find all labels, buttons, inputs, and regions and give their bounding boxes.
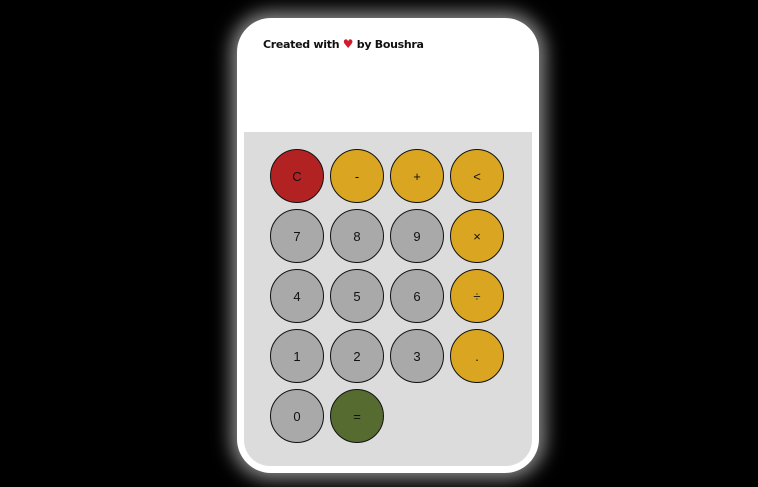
clear-button[interactable]: C <box>270 149 324 203</box>
divide-button[interactable]: ÷ <box>450 269 504 323</box>
digit-3-button[interactable]: 3 <box>390 329 444 383</box>
minus-button[interactable]: - <box>330 149 384 203</box>
equals-button[interactable]: = <box>330 389 384 443</box>
decimal-button[interactable]: . <box>450 329 504 383</box>
digit-0-button[interactable]: 0 <box>270 389 324 443</box>
credit-prefix: Created with <box>263 38 340 51</box>
heart-icon: ♥ <box>342 37 354 51</box>
digit-2-button[interactable]: 2 <box>330 329 384 383</box>
digit-7-button[interactable]: 7 <box>270 209 324 263</box>
plus-button[interactable]: + <box>390 149 444 203</box>
digit-5-button[interactable]: 5 <box>330 269 384 323</box>
calculator-frame: Created with ♥ by Boushra C - + < 7 8 9 … <box>237 18 539 473</box>
digit-6-button[interactable]: 6 <box>390 269 444 323</box>
calculator-display <box>244 58 532 130</box>
multiply-button[interactable]: × <box>450 209 504 263</box>
keys-grid: C - + < 7 8 9 × 4 5 6 ÷ 1 2 3 . 0 = <box>270 149 504 443</box>
credit-line: Created with ♥ by Boushra <box>263 37 424 51</box>
digit-9-button[interactable]: 9 <box>390 209 444 263</box>
digit-4-button[interactable]: 4 <box>270 269 324 323</box>
keypad: C - + < 7 8 9 × 4 5 6 ÷ 1 2 3 . 0 = <box>244 132 532 466</box>
digit-8-button[interactable]: 8 <box>330 209 384 263</box>
backspace-button[interactable]: < <box>450 149 504 203</box>
credit-suffix: by Boushra <box>356 38 424 51</box>
digit-1-button[interactable]: 1 <box>270 329 324 383</box>
